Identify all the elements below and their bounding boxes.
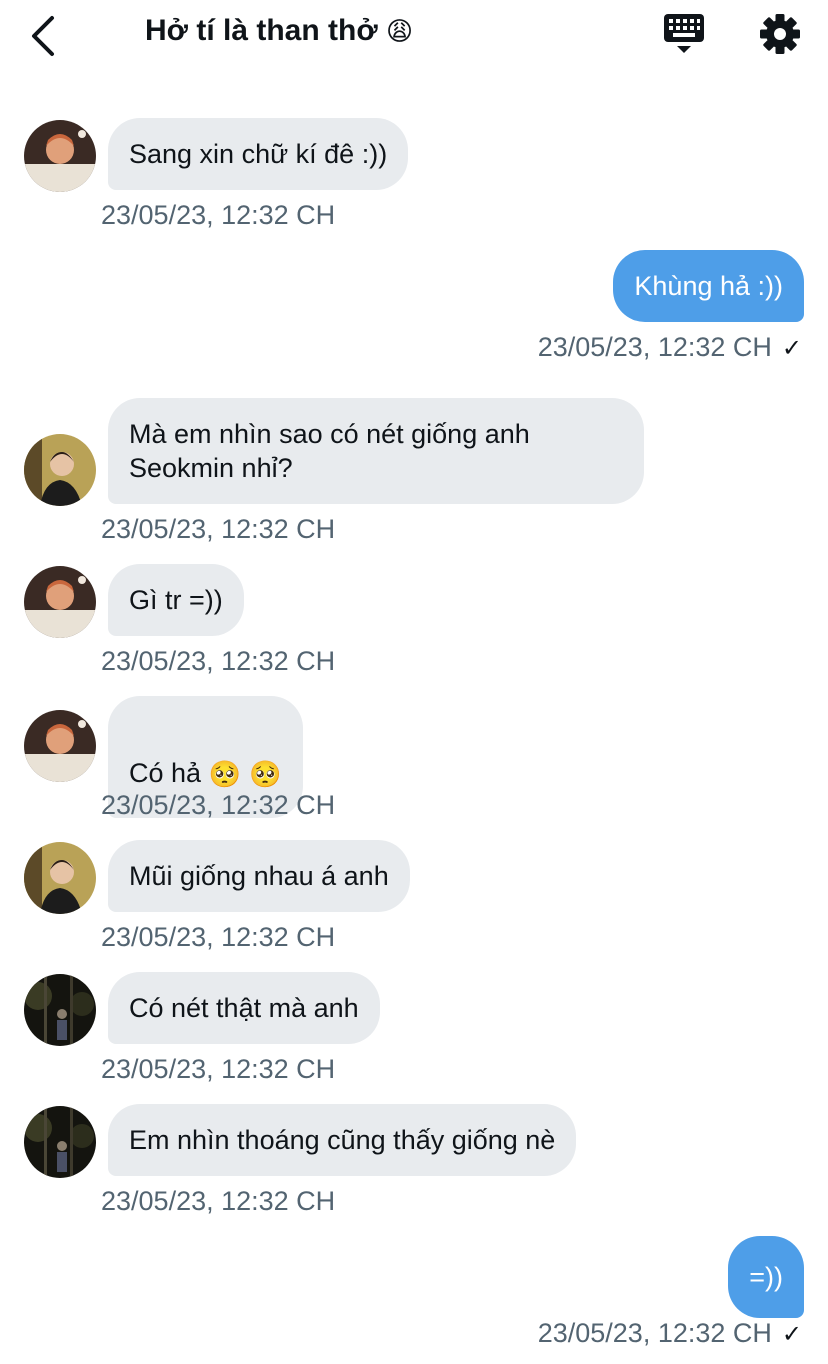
keyboard-shortcuts-button[interactable] [660,12,708,56]
pleading-face-emoji: 🥺 🥺 [208,759,282,790]
settings-button[interactable] [756,10,804,58]
avatar[interactable] [24,842,96,914]
avatar[interactable] [24,434,96,506]
gear-icon [760,14,800,54]
message-timestamp: 23/05/23, 12:32 CH [101,1186,336,1216]
message-bubble[interactable]: Sang xin chữ kí đê :)) [108,118,409,190]
chevron-left-icon [32,16,54,56]
message-timestamp: 23/05/23, 12:32 CH [101,514,336,544]
read-check-icon: ✓ [781,334,802,362]
avatar[interactable] [24,566,96,638]
message-bubble[interactable]: Gì tr =)) [108,564,244,636]
message-timestamp: 23/05/23, 12:32 CH [101,790,336,820]
avatar[interactable] [24,974,96,1046]
keyboard-icon [664,14,704,53]
read-check-icon: ✓ [781,1320,802,1348]
weary-face-emoji: 😩 [386,17,414,48]
avatar[interactable] [24,710,96,782]
message-timestamp: 23/05/23, 12:32 CH ✓ [537,332,802,362]
message-bubble[interactable]: Mà em nhìn sao có nét giống anh Seokmin … [108,398,644,504]
message-bubble-outgoing[interactable]: =)) [728,1236,804,1318]
message-bubble-outgoing[interactable]: Khùng hả :)) [613,250,804,322]
message-bubble[interactable]: Có nét thật mà anh [108,972,380,1044]
message-timestamp: 23/05/23, 12:32 CH [101,1054,336,1084]
message-bubble[interactable]: Mũi giống nhau á anh [108,840,410,912]
avatar[interactable] [24,1106,96,1178]
chat-header: Hở tí là than thở 😩 [0,0,828,70]
back-button[interactable] [22,10,66,58]
message-timestamp: 23/05/23, 12:32 CH [101,200,336,230]
avatar[interactable] [24,120,96,192]
message-timestamp: 23/05/23, 12:32 CH [101,646,336,676]
message-bubble[interactable]: Em nhìn thoáng cũng thấy giống nè [108,1104,577,1176]
message-timestamp: 23/05/23, 12:32 CH [101,922,336,952]
conversation-title: Hở tí là than thở 😩 [145,14,414,48]
message-timestamp: 23/05/23, 12:32 CH ✓ [537,1318,802,1348]
